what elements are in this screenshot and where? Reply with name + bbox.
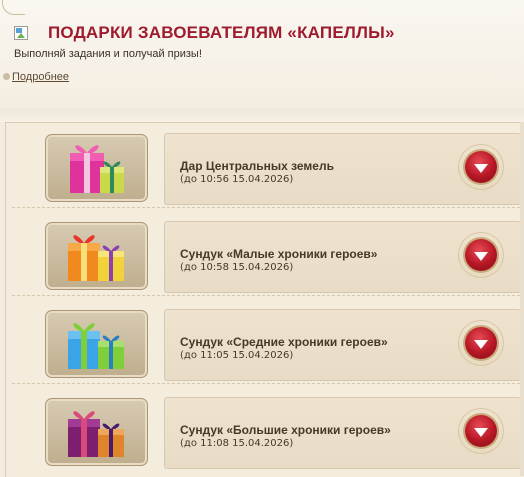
gift-thumbnail (45, 398, 148, 466)
expand-button[interactable] (459, 233, 503, 277)
gift-thumbnail (45, 310, 148, 378)
gift-icon (68, 235, 124, 281)
broken-image-icon (14, 26, 28, 40)
gift-icon (70, 145, 124, 193)
chevron-down-icon (474, 164, 488, 173)
reward-card: Дар Центральных земель (до 10:56 15.04.2… (164, 133, 521, 205)
gift-thumbnail (45, 134, 148, 202)
reward-card: Сундук «Большие хроники героев» (до 11:0… (164, 397, 521, 469)
expand-button[interactable] (459, 321, 503, 365)
header: ПОДАРКИ ЗАВОЕВАТЕЛЯМ «КАПЕЛЛЫ» Выполняй … (0, 0, 524, 109)
gift-icon (68, 411, 124, 457)
reward-card: Сундук «Средние хроники героев» (до 11:0… (164, 309, 521, 381)
gift-thumbnail (45, 222, 148, 290)
expand-button[interactable] (459, 145, 503, 189)
reward-title: Сундук «Большие хроники героев» (180, 423, 391, 437)
chevron-down-icon (474, 252, 488, 261)
bullet-icon (3, 73, 10, 80)
reward-card: Сундук «Малые хроники героев» (до 10:58 … (164, 221, 521, 293)
reward-deadline: (до 11:08 15.04.2026) (180, 438, 294, 449)
list-item: Сундук «Малые хроники героев» (до 10:58 … (12, 211, 524, 296)
expand-button[interactable] (459, 409, 503, 453)
chevron-down-icon (474, 340, 488, 349)
reward-deadline: (до 10:56 15.04.2026) (180, 174, 294, 185)
list-item: Сундук «Большие хроники героев» (до 11:0… (12, 387, 524, 471)
chevron-down-icon (474, 428, 488, 437)
separator-band (0, 108, 524, 122)
reward-title: Сундук «Средние хроники героев» (180, 335, 388, 349)
gift-icon (68, 323, 124, 369)
page-title: ПОДАРКИ ЗАВОЕВАТЕЛЯМ «КАПЕЛЛЫ» (48, 23, 395, 42)
reward-title: Сундук «Малые хроники героев» (180, 247, 378, 261)
rewards-list: Дар Центральных земель (до 10:56 15.04.2… (5, 122, 524, 477)
header-corner-ornament (2, 0, 25, 15)
more-info-link[interactable]: Подробнее (12, 71, 69, 83)
reward-deadline: (до 10:58 15.04.2026) (180, 262, 294, 273)
reward-deadline: (до 11:05 15.04.2026) (180, 350, 294, 361)
panel-edge (520, 122, 524, 476)
list-item: Сундук «Средние хроники героев» (до 11:0… (12, 299, 524, 384)
reward-title: Дар Центральных земель (180, 159, 334, 173)
list-item: Дар Центральных земель (до 10:56 15.04.2… (12, 123, 524, 208)
page-subtitle: Выполняй задания и получай призы! (14, 48, 202, 60)
